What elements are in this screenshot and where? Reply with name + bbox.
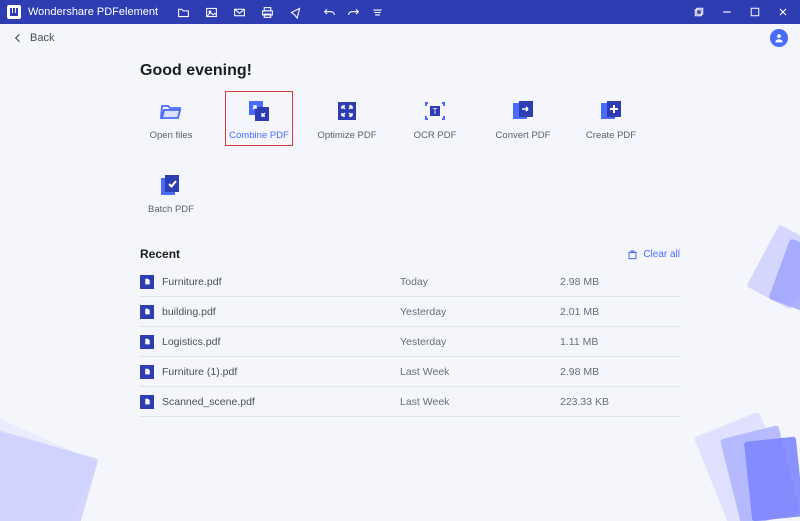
recent-row[interactable]: Furniture.pdf Today 2.98 MB [140,267,680,297]
file-size: 2.01 MB [560,306,599,318]
pdf-file-icon [140,395,154,409]
print-icon[interactable] [260,5,274,19]
tile-convert-pdf[interactable]: Convert PDF [492,98,554,146]
pdf-file-icon [140,275,154,289]
titlebar: Wondershare PDFelement [0,0,800,24]
tile-label: OCR PDF [414,130,457,141]
recent-row[interactable]: Furniture (1).pdf Last Week 2.98 MB [140,357,680,387]
undo-icon[interactable] [322,5,336,19]
decoration-bottom-right [670,401,800,521]
file-name: Scanned_scene.pdf [162,396,255,408]
tile-optimize-pdf[interactable]: Optimize PDF [316,98,378,146]
decoration-right-mid [720,222,800,342]
clear-icon [627,249,638,260]
main-content: Good evening! Open files Combine PDF Opt… [0,52,800,417]
back-label: Back [30,32,54,44]
share-icon[interactable] [288,5,302,19]
create-icon [598,98,624,124]
image-icon[interactable] [204,5,218,19]
pdf-file-icon [140,335,154,349]
back-button[interactable]: Back [12,32,54,44]
menu-icon[interactable] [370,5,384,19]
optimize-icon [334,98,360,124]
tile-label: Combine PDF [229,130,289,141]
file-date: Yesterday [400,336,560,348]
folder-open-icon [158,98,184,124]
pdf-file-icon [140,305,154,319]
tile-label: Batch PDF [148,204,194,215]
file-date: Last Week [400,396,560,408]
tile-open-files[interactable]: Open files [140,98,202,146]
greeting-heading: Good evening! [140,62,800,80]
clear-all-label: Clear all [643,249,680,260]
pdf-file-icon [140,365,154,379]
file-date: Today [400,276,560,288]
recent-row[interactable]: Scanned_scene.pdf Last Week 223.33 KB [140,387,680,417]
tile-ocr-pdf[interactable]: T OCR PDF [404,98,466,146]
file-date: Yesterday [400,306,560,318]
tile-label: Convert PDF [496,130,551,141]
recent-list: Furniture.pdf Today 2.98 MB building.pdf… [140,267,680,417]
tile-create-pdf[interactable]: Create PDF [580,98,642,146]
tile-batch-pdf[interactable]: Batch PDF [140,172,202,215]
close-icon[interactable] [776,5,790,19]
ocr-icon: T [422,98,448,124]
file-name: Furniture.pdf [162,276,222,288]
file-name: building.pdf [162,306,216,318]
subbar: Back [0,24,800,52]
app-logo-icon [6,4,22,20]
recent-row[interactable]: building.pdf Yesterday 2.01 MB [140,297,680,327]
file-name: Logistics.pdf [162,336,220,348]
action-tiles-row2: Batch PDF [140,172,700,215]
tile-label: Open files [150,130,193,141]
file-size: 1.11 MB [560,336,598,348]
decoration-bottom-left [0,421,150,521]
folder-icon[interactable] [176,5,190,19]
file-size: 223.33 KB [560,396,609,408]
maximize-icon[interactable] [748,5,762,19]
redo-icon[interactable] [346,5,360,19]
action-tiles-row1: Open files Combine PDF Optimize PDF T OCR… [140,98,700,146]
svg-text:T: T [433,107,438,116]
file-name: Furniture (1).pdf [162,366,237,378]
recent-row[interactable]: Logistics.pdf Yesterday 1.11 MB [140,327,680,357]
recent-title: Recent [140,247,180,261]
user-avatar[interactable] [770,29,788,47]
batch-icon [158,172,184,198]
recent-header: Recent Clear all [140,247,680,261]
file-size: 2.98 MB [560,366,599,378]
mail-icon[interactable] [232,5,246,19]
file-size: 2.98 MB [560,276,599,288]
convert-icon [510,98,536,124]
app-title: Wondershare PDFelement [28,6,158,18]
clear-all-button[interactable]: Clear all [627,249,680,260]
minimize-icon[interactable] [720,5,734,19]
restore-window-icon[interactable] [692,5,706,19]
tile-label: Optimize PDF [317,130,376,141]
file-date: Last Week [400,366,560,378]
tile-label: Create PDF [586,130,636,141]
combine-icon [246,98,272,124]
tile-combine-pdf[interactable]: Combine PDF [225,91,293,146]
